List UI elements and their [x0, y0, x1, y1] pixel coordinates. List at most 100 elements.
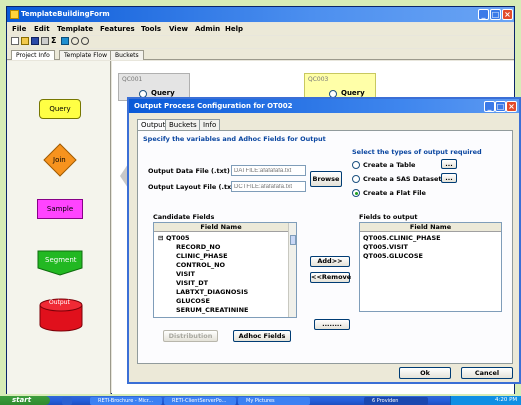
maximize-button[interactable]: □: [490, 9, 501, 20]
open-folder-icon[interactable]: [21, 37, 29, 45]
output-fields-list[interactable]: Field Name QT005.CLINIC_PHASE QT005.VISI…: [359, 222, 502, 312]
menu-view[interactable]: View: [169, 25, 188, 33]
start-button[interactable]: start: [0, 396, 50, 405]
list-item[interactable]: SERUM_CREATININE: [176, 306, 248, 314]
layout-file-label: Output Layout File (.txt): [148, 183, 238, 191]
cancel-button[interactable]: Cancel: [461, 367, 513, 379]
scroll-thumb[interactable]: [290, 235, 296, 245]
data-file-label: Output Data File (.txt): [148, 167, 230, 175]
palette-join-label: Join: [53, 156, 66, 164]
list-item[interactable]: GLUCOSE: [176, 297, 210, 305]
palette-segment[interactable]: Segment: [37, 250, 83, 276]
tree-collapse-icon[interactable]: ⊟: [158, 234, 163, 242]
tree-root-qt005[interactable]: QT005: [166, 234, 190, 242]
dialog-titlebar: Output Process Configuration for OT002 _…: [129, 99, 519, 113]
menu-template[interactable]: Template: [57, 25, 93, 33]
menu-help[interactable]: Help: [225, 25, 243, 33]
menu-admin[interactable]: Admin: [195, 25, 220, 33]
layout-file-field[interactable]: [231, 181, 306, 192]
add-button[interactable]: Add>>: [310, 256, 350, 267]
output-fields-title: Fields to output: [359, 213, 418, 221]
palette-segment-label: Segment: [45, 256, 77, 264]
tab-info[interactable]: Info: [199, 119, 221, 130]
remove-button[interactable]: <<Remove: [310, 272, 351, 283]
output-tab-panel: Specify the variables and Adhoc Fields f…: [137, 130, 513, 364]
window-titlebar: TemplateBuildingForm _ □ ×: [7, 7, 514, 22]
tab-project-info[interactable]: Project Info: [11, 50, 55, 60]
table-options-button[interactable]: ...: [441, 159, 457, 169]
list-item[interactable]: LABTXT_DIAGNOSIS: [176, 288, 248, 296]
panel-heading: Specify the variables and Adhoc Fields f…: [143, 135, 326, 143]
list-item[interactable]: VISIT: [176, 270, 195, 278]
palette-query-label: Query: [49, 105, 71, 113]
taskbar-item[interactable]: 6 Providen: [364, 397, 428, 405]
list-item[interactable]: QT005.CLINIC_PHASE: [363, 234, 441, 242]
palette-sample-label: Sample: [46, 205, 74, 213]
node-label: Query: [341, 89, 365, 97]
menu-edit[interactable]: Edit: [34, 25, 50, 33]
tab-buckets[interactable]: Buckets: [165, 119, 201, 130]
radio-create-flat-file[interactable]: [352, 189, 360, 197]
close-button[interactable]: ×: [502, 9, 513, 20]
menu-file[interactable]: File: [12, 25, 26, 33]
create-table-label: Create a Table: [363, 161, 416, 169]
menu-features[interactable]: Features: [100, 25, 135, 33]
new-icon[interactable]: [11, 37, 19, 45]
list-item[interactable]: CLINIC_PHASE: [176, 252, 228, 260]
list-item[interactable]: VISIT_DT: [176, 279, 208, 287]
candidate-col-header: Field Name: [154, 223, 288, 232]
zoom-in-icon[interactable]: [71, 37, 79, 45]
taskbar-item[interactable]: RETI-Brochure - Micr...: [90, 397, 162, 405]
palette-output-label: Output: [49, 299, 70, 306]
list-item[interactable]: RECORD_NO: [176, 243, 220, 251]
radio-create-table[interactable]: [352, 161, 360, 169]
palette-sample[interactable]: Sample: [37, 199, 83, 219]
taskbar-item[interactable]: RETI-ClientServerPo...: [164, 397, 236, 405]
list-item[interactable]: QT005.VISIT: [363, 243, 408, 251]
shape-palette: Query Join Sample Segment Output: [7, 61, 111, 394]
distribution-button[interactable]: Distribution: [163, 330, 218, 342]
candidate-fields-list[interactable]: Field Name ⊟ QT005 RECORD_NO CLINIC_PHAS…: [153, 222, 297, 318]
zoom-out-icon[interactable]: [81, 37, 89, 45]
sigma-icon[interactable]: Σ: [51, 37, 59, 45]
dialog-maximize-button[interactable]: □: [495, 101, 506, 112]
list-item[interactable]: CONTROL_NO: [176, 261, 225, 269]
tab-buckets[interactable]: Buckets: [110, 50, 144, 60]
chart-icon[interactable]: [61, 37, 69, 45]
app-icon: [10, 10, 19, 19]
minimize-button[interactable]: _: [478, 9, 489, 20]
dialog-minimize-button[interactable]: _: [484, 101, 495, 112]
palette-query[interactable]: Query: [39, 99, 81, 119]
sas-options-button[interactable]: ...: [441, 173, 457, 183]
ok-button[interactable]: Ok: [399, 367, 451, 379]
browse-button[interactable]: Browse: [310, 171, 342, 187]
window-title: TemplateBuildingForm: [21, 10, 110, 18]
menu-bar: File Edit Template Features Tools View A…: [7, 23, 514, 35]
candidate-fields-title: Candidate Fields: [153, 213, 215, 221]
data-file-field[interactable]: [231, 165, 306, 176]
taskbar-item[interactable]: My Pictures: [238, 397, 310, 405]
palette-join[interactable]: Join: [43, 143, 77, 177]
create-sas-label: Create a SAS Dataset: [363, 175, 442, 183]
candidate-scrollbar[interactable]: [288, 223, 296, 317]
list-item[interactable]: QT005.GLUCOSE: [363, 252, 423, 260]
create-flat-file-label: Create a Flat File: [363, 189, 426, 197]
save-icon[interactable]: [31, 37, 39, 45]
output-col-header: Field Name: [360, 223, 501, 232]
dialog-close-button[interactable]: ×: [506, 101, 517, 112]
dialog-title: Output Process Configuration for OT002: [134, 102, 293, 110]
tab-template-flow[interactable]: Template Flow: [59, 50, 112, 60]
app-tab-strip: Project Info Template Flow Buckets: [7, 49, 514, 60]
menu-tools[interactable]: Tools: [141, 25, 161, 33]
toolbar: Σ: [7, 36, 514, 48]
quicklaunch-ie-icon[interactable]: [62, 397, 72, 405]
system-tray: 4:20 PM: [450, 396, 521, 405]
palette-output[interactable]: Output: [39, 298, 83, 332]
node-label: Query: [151, 89, 175, 97]
more-button[interactable]: ........: [314, 319, 350, 330]
adhoc-fields-button[interactable]: Adhoc Fields: [233, 330, 291, 342]
clock: 4:20 PM: [495, 397, 518, 403]
node-id: QC003: [308, 76, 329, 83]
print-icon[interactable]: [41, 37, 49, 45]
radio-create-sas-dataset[interactable]: [352, 175, 360, 183]
